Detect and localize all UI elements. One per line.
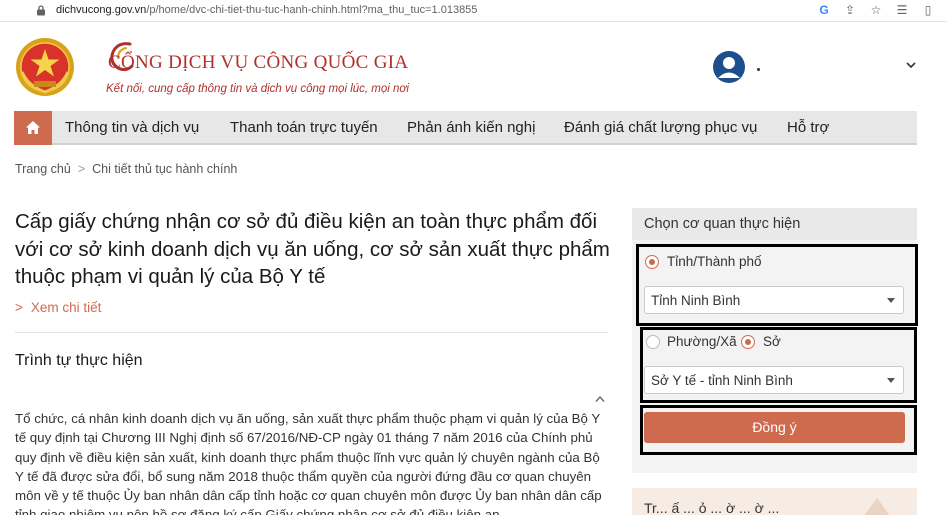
procedure-title: Cấp giấy chứng nhận cơ sở đủ điều kiện a… [15, 210, 610, 288]
breadcrumb-separator: > [77, 162, 86, 176]
chevron-right-icon: > [15, 300, 23, 315]
radio-province-label: Tỉnh/Thành phố [667, 254, 762, 269]
nav-item-online-payment[interactable]: Thanh toán trực tuyến [230, 119, 378, 136]
radio-ward-label: Phường/Xã [667, 334, 737, 349]
province-select[interactable]: Tỉnh Ninh Bình [644, 286, 904, 314]
lock-icon [37, 5, 45, 16]
view-detail-label: Xem chi tiết [30, 300, 102, 315]
breadcrumb-home[interactable]: Trang chủ [15, 162, 71, 176]
procedure-body-text: Tổ chức, cá nhân kinh doanh dịch vụ ăn u… [15, 411, 602, 515]
sidebar-icon[interactable]: ▯ [921, 3, 935, 17]
breadcrumb-current: Chi tiết thủ tục hành chính [92, 162, 238, 176]
site-title[interactable]: CỔNG DỊCH VỤ CÔNG QUỐC GIA [108, 52, 408, 74]
radio-province[interactable] [645, 255, 659, 269]
secondary-panel-title: Tr... ấ ... ỏ ... ờ ... ờ ... [644, 500, 780, 515]
user-name[interactable] [757, 68, 760, 71]
nav-item-service-rating[interactable]: Đánh giá chất lượng phục vụ [564, 119, 757, 136]
divider [15, 332, 608, 333]
province-select-value: Tỉnh Ninh Bình [651, 293, 741, 308]
department-select[interactable]: Sở Y tế - tỉnh Ninh Bình [644, 366, 904, 394]
url-host: dichvucong.gov.vn [56, 4, 147, 16]
secondary-panel: Tr... ấ ... ỏ ... ờ ... ờ ... [632, 488, 917, 515]
home-icon [26, 121, 40, 134]
url-text[interactable]: dichvucong.gov.vn/p/home/dvc-chi-tiet-th… [56, 4, 477, 16]
caret-down-icon [887, 298, 895, 303]
reading-list-icon[interactable]: ☰ [895, 3, 909, 17]
view-detail-link[interactable]: > Xem chi tiết [15, 300, 101, 315]
radio-department-label: Sở [763, 334, 781, 349]
share-icon[interactable]: ⇪ [843, 3, 857, 17]
panel-title: Chọn cơ quan thực hiện [644, 216, 801, 232]
section-title: Trình tự thực hiện [15, 352, 143, 369]
national-emblem-icon[interactable] [14, 36, 76, 98]
nav-home-button[interactable] [14, 111, 52, 145]
site-slogan: Kết nối, cung cấp thông tin và dịch vụ c… [106, 83, 409, 95]
nav-item-support[interactable]: Hỗ trợ [787, 119, 829, 136]
chevron-down-icon[interactable] [905, 60, 917, 70]
panel-header: Chọn cơ quan thực hiện [632, 208, 917, 240]
department-select-value: Sở Y tế - tỉnh Ninh Bình [651, 373, 793, 388]
radio-ward[interactable] [646, 335, 660, 349]
radio-department[interactable] [741, 335, 755, 349]
agree-button[interactable]: Đồng ý [644, 412, 905, 443]
nav-item-feedback[interactable]: Phản ánh kiến nghị [407, 119, 535, 136]
google-icon[interactable]: G [817, 3, 831, 17]
breadcrumb: Trang chủ > Chi tiết thủ tục hành chính [15, 162, 237, 176]
bookmark-star-icon[interactable]: ☆ [869, 3, 883, 17]
browser-address-bar[interactable]: dichvucong.gov.vn/p/home/dvc-chi-tiet-th… [0, 0, 947, 22]
caret-down-icon [887, 378, 895, 383]
nav-item-info-services[interactable]: Thông tin và dịch vụ [65, 119, 199, 136]
user-avatar-icon[interactable] [712, 50, 746, 84]
decorative-building-icon [864, 498, 890, 515]
url-path: /p/home/dvc-chi-tiet-thu-tuc-hanh-chinh.… [146, 4, 478, 16]
main-nav: Thông tin và dịch vụ Thanh toán trực tuy… [14, 111, 917, 145]
chevron-up-icon[interactable] [594, 395, 606, 403]
